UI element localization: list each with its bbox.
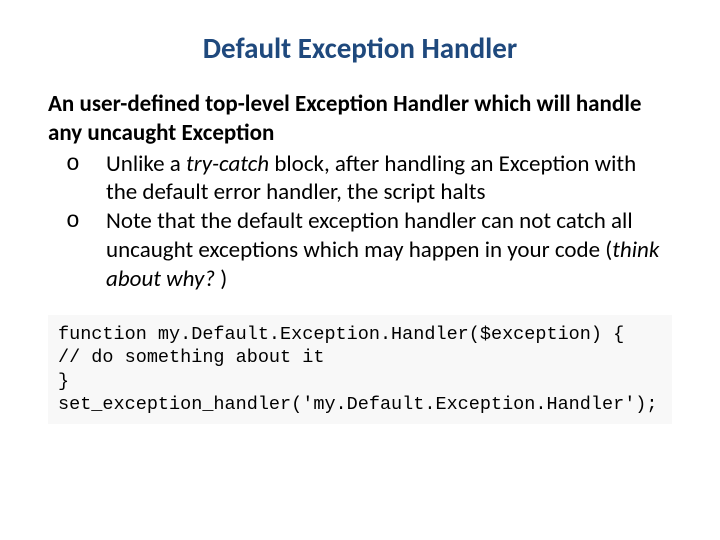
bullet-item: o Unlike a try-catch block, after handli… <box>48 150 672 208</box>
bullet-text-pre: Unlike a <box>106 150 186 178</box>
bullet-list: o Unlike a try-catch block, after handli… <box>48 150 672 294</box>
lead-paragraph: An user-defined top-level Exception Hand… <box>48 90 672 148</box>
bullet-marker: o <box>66 207 80 236</box>
slide: Default Exception Handler An user-define… <box>0 0 720 540</box>
slide-title: Default Exception Handler <box>48 30 672 66</box>
code-block: function my.Default.Exception.Handler($e… <box>48 315 672 424</box>
bullet-text-post: ) <box>220 265 227 293</box>
bullet-marker: o <box>66 150 80 179</box>
bullet-item: o Note that the default exception handle… <box>48 207 672 293</box>
bullet-text-em: try-catch <box>186 150 269 178</box>
bullet-text-pre: Note that the default exception handler … <box>106 207 633 264</box>
